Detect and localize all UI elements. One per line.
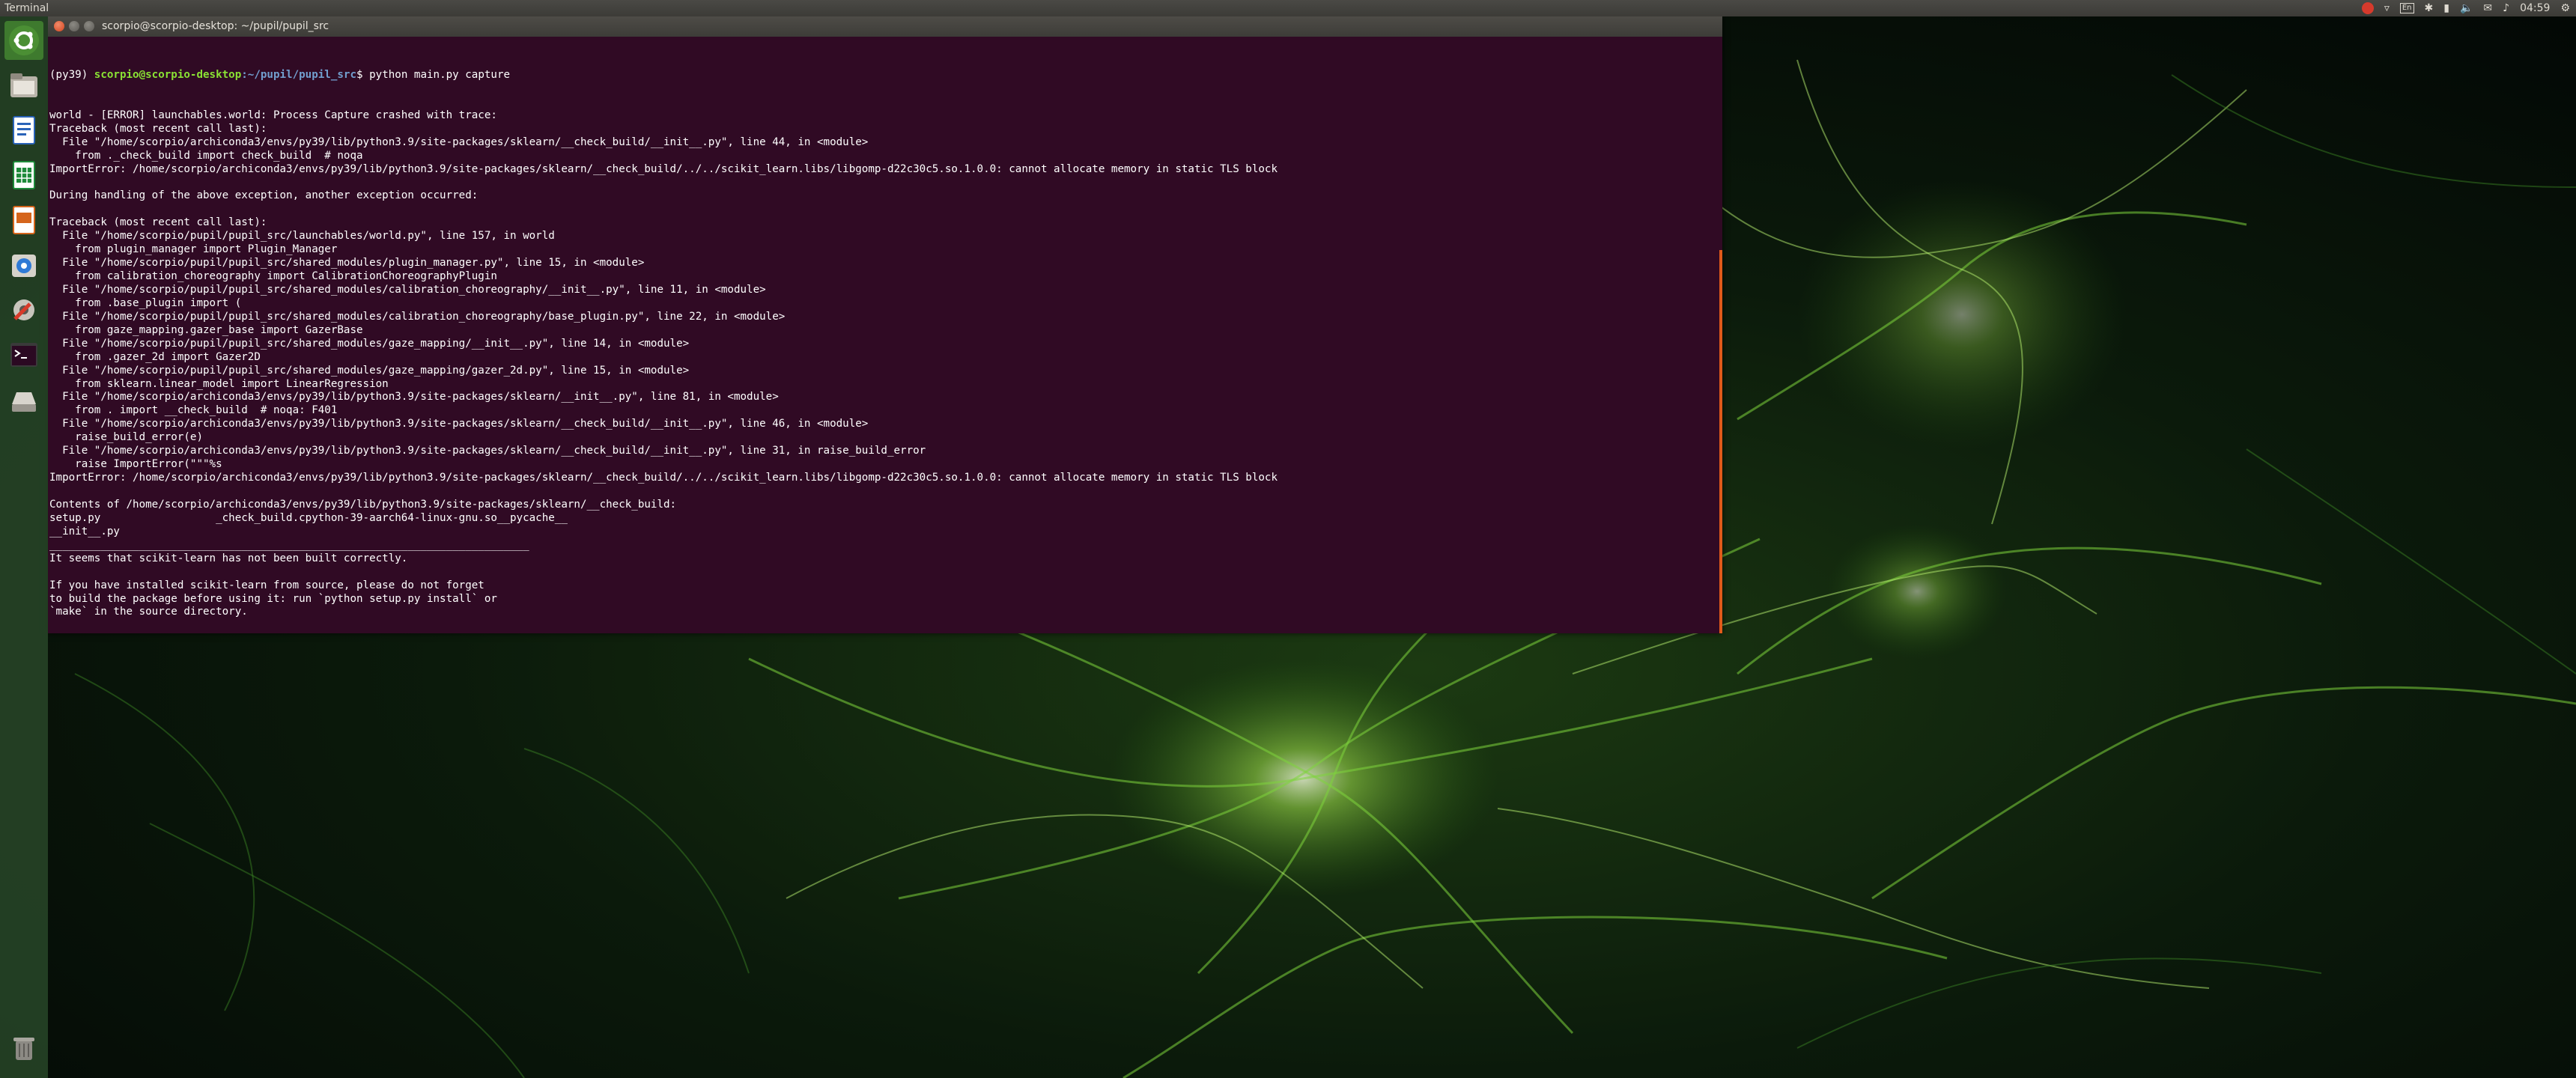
output-line: File "/home/scorpio/archiconda3/envs/py3…	[49, 135, 869, 148]
entered-command: python main.py capture	[369, 68, 511, 81]
writer-icon[interactable]	[4, 111, 43, 150]
software-center-icon[interactable]	[4, 246, 43, 284]
calc-icon[interactable]	[4, 156, 43, 195]
output-line: from sklearn.linear_model import LinearR…	[49, 377, 389, 390]
command-line: (py39) scorpio@scorpio-desktop:~/pupil/p…	[49, 69, 1722, 82]
files-icon[interactable]	[4, 66, 43, 105]
indicator-area: ▿ En ✱ ▮ 🔈 ✉ ♪ 04:59 ⚙	[2361, 0, 2570, 16]
output-line: raise_build_error(e)	[49, 431, 203, 444]
output-line: Traceback (most recent call last):	[49, 122, 267, 135]
output-line: world - [ERROR] launchables.world: Proce…	[49, 109, 497, 121]
output-line: File "/home/scorpio/pupil/pupil_src/shar…	[49, 257, 645, 270]
output-line: It seems that scikit-learn has not been …	[49, 552, 408, 564]
keyboard-icon[interactable]: En	[2399, 3, 2414, 13]
output-line: File "/home/scorpio/archiconda3/envs/py3…	[49, 418, 869, 430]
output-line: to build the package before using it: ru…	[49, 592, 497, 605]
terminal-window[interactable]: scorpio@scorpio-desktop: ~/pupil/pupil_s…	[48, 16, 1722, 633]
output-line: File "/home/scorpio/pupil/pupil_src/shar…	[49, 283, 766, 296]
clock[interactable]: 04:59	[2520, 0, 2550, 16]
network-disconnected-icon[interactable]	[2361, 2, 2374, 14]
battery-icon[interactable]: ▮	[2443, 0, 2449, 16]
output-line: If you have installed scikit-learn from …	[49, 579, 484, 591]
output-line: from gaze_mapping.gazer_base import Gaze…	[49, 323, 363, 336]
output-line: ImportError: /home/scorpio/archiconda3/e…	[49, 162, 1278, 175]
output-line: from .base_plugin import (	[49, 296, 242, 309]
output-line: setup.py _check_build.cpython-39-aarch64…	[49, 511, 568, 524]
prompt-path: :~/pupil/pupil_src	[241, 68, 357, 81]
volume-icon[interactable]: 🔈	[2460, 0, 2473, 16]
prompt-user-host: scorpio@scorpio-desktop	[94, 68, 242, 81]
output-line: File "/home/scorpio/archiconda3/envs/py3…	[49, 445, 926, 457]
prompt-env: (py39)	[49, 68, 94, 81]
output-line: File "/home/scorpio/pupil/pupil_src/shar…	[49, 337, 690, 350]
output-line: ImportError: /home/scorpio/archiconda3/e…	[49, 472, 1278, 484]
output-line: File "/home/scorpio/pupil/pupil_src/shar…	[49, 310, 786, 323]
output-line: File "/home/scorpio/pupil/pupil_src/shar…	[49, 364, 690, 377]
wifi-icon[interactable]: ▿	[2384, 0, 2390, 16]
system-settings-icon[interactable]	[4, 290, 43, 329]
trash-icon[interactable]	[4, 1029, 43, 1068]
output-line: from calibration_choreography import Cal…	[49, 270, 497, 282]
top-panel: Terminal ▿ En ✱ ▮ 🔈 ✉ ♪ 04:59 ⚙	[0, 0, 2576, 16]
drive-icon[interactable]	[4, 380, 43, 419]
terminal-icon[interactable]	[4, 335, 43, 374]
output-line: Contents of /home/scorpio/archiconda3/en…	[49, 498, 677, 511]
output-line: During handling of the above exception, …	[49, 189, 479, 202]
bluetooth-icon[interactable]: ✱	[2425, 0, 2434, 16]
output-line: from plugin_manager import Plugin_Manage…	[49, 243, 338, 256]
maximize-button[interactable]	[84, 21, 94, 31]
output-line: from ._check_build import check_build # …	[49, 149, 363, 162]
output-line: raise ImportError("""%s	[49, 458, 222, 471]
ubuntu-dash-icon[interactable]	[4, 21, 43, 60]
output-line: from . import __check_build # noqa: F401	[49, 404, 338, 417]
window-titlebar[interactable]: scorpio@scorpio-desktop: ~/pupil/pupil_s…	[48, 16, 1722, 37]
terminal-output[interactable]: (py39) scorpio@scorpio-desktop:~/pupil/p…	[48, 37, 1722, 633]
active-app-name: Terminal	[4, 2, 49, 14]
settings-icon[interactable]: ⚙	[2560, 0, 2570, 16]
close-button[interactable]	[54, 21, 64, 31]
mail-icon[interactable]: ✉	[2483, 0, 2492, 16]
window-title: scorpio@scorpio-desktop: ~/pupil/pupil_s…	[102, 20, 329, 32]
output-line: __init__.py	[49, 525, 120, 538]
output-line: from .gazer_2d import Gazer2D	[49, 350, 261, 363]
output-line: Traceback (most recent call last):	[49, 216, 267, 229]
prompt-symbol: $	[356, 68, 370, 81]
sound-icon[interactable]: ♪	[2503, 0, 2509, 16]
output-lines: world - [ERROR] launchables.world: Proce…	[49, 109, 1722, 633]
output-line: File "/home/scorpio/archiconda3/envs/py3…	[49, 391, 779, 404]
output-line: File "/home/scorpio/pupil/pupil_src/laun…	[49, 230, 555, 243]
impress-icon[interactable]	[4, 201, 43, 240]
minimize-button[interactable]	[69, 21, 79, 31]
window-controls	[54, 21, 94, 31]
output-line: `make` in the source directory.	[49, 606, 248, 618]
output-line: ________________________________________…	[49, 538, 529, 551]
launcher	[0, 16, 48, 1078]
scrollbar[interactable]	[1719, 250, 1722, 633]
